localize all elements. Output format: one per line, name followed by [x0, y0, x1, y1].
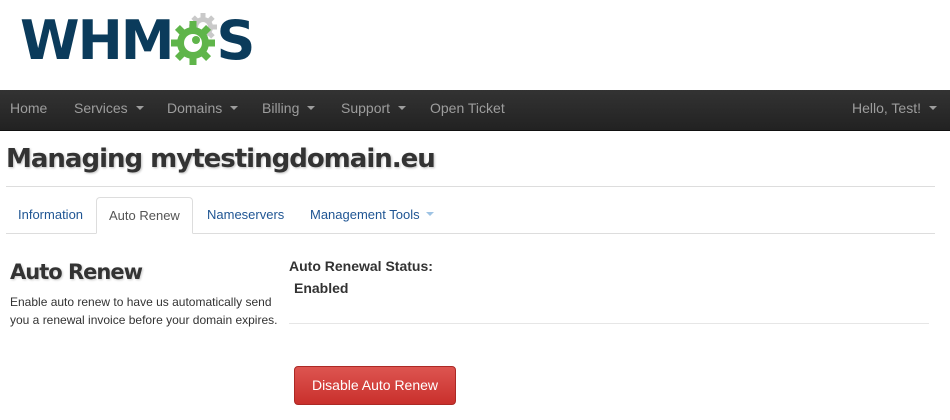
auto-renewal-status-label: Auto Renewal Status:	[289, 258, 433, 274]
chevron-down-icon	[398, 106, 407, 111]
user-menu[interactable]: Hello, Test!	[852, 90, 937, 130]
tab-information[interactable]: Information	[6, 197, 95, 232]
nav-open-ticket-label: Open Ticket	[430, 100, 505, 116]
chevron-down-icon	[230, 106, 239, 111]
title-divider	[6, 186, 935, 187]
nav-domains[interactable]: Domains	[167, 90, 239, 130]
nav-services-label: Services	[74, 100, 128, 116]
tab-information-label: Information	[18, 207, 84, 222]
tab-management-tools-label: Management Tools	[310, 207, 420, 222]
main-navbar: Home Services Domains Billing Support Op…	[0, 90, 950, 131]
tab-management-tools[interactable]: Management Tools	[298, 197, 446, 232]
nav-open-ticket[interactable]: Open Ticket	[430, 90, 505, 130]
nav-billing[interactable]: Billing	[262, 90, 316, 130]
gear-icon	[170, 13, 217, 65]
whmcs-logo[interactable]: WHM S	[20, 9, 256, 72]
auto-renewal-status-value: Enabled	[294, 280, 349, 296]
logo-text-suffix: S	[216, 9, 256, 72]
section-description: Enable auto renew to have us automatical…	[10, 295, 278, 327]
chevron-down-icon	[135, 106, 144, 111]
chevron-down-icon	[307, 106, 316, 111]
status-divider	[289, 323, 929, 324]
chevron-down-icon	[929, 106, 937, 111]
nav-support-label: Support	[341, 100, 391, 116]
tab-nameservers-label: Nameservers	[207, 207, 285, 222]
nav-services[interactable]: Services	[74, 90, 144, 130]
domain-tabs: Information Auto Renew Nameservers Manag…	[6, 197, 935, 234]
nav-home-label: Home	[10, 100, 48, 116]
nav-domains-label: Domains	[167, 100, 223, 116]
chevron-down-icon	[425, 211, 434, 216]
tab-auto-renew-label: Auto Renew	[109, 208, 180, 223]
nav-home[interactable]: Home	[10, 90, 47, 130]
tab-nameservers[interactable]: Nameservers	[195, 197, 296, 232]
disable-auto-renew-button[interactable]: Disable Auto Renew	[294, 366, 456, 405]
section-heading: Auto Renew	[10, 260, 143, 284]
user-menu-label: Hello, Test!	[852, 100, 921, 116]
nav-support[interactable]: Support	[341, 90, 407, 130]
logo-text-prefix: WHM	[20, 9, 174, 72]
page-title: Managing mytestingdomain.eu	[6, 144, 436, 174]
tab-auto-renew[interactable]: Auto Renew	[96, 197, 193, 234]
nav-billing-label: Billing	[262, 100, 300, 116]
